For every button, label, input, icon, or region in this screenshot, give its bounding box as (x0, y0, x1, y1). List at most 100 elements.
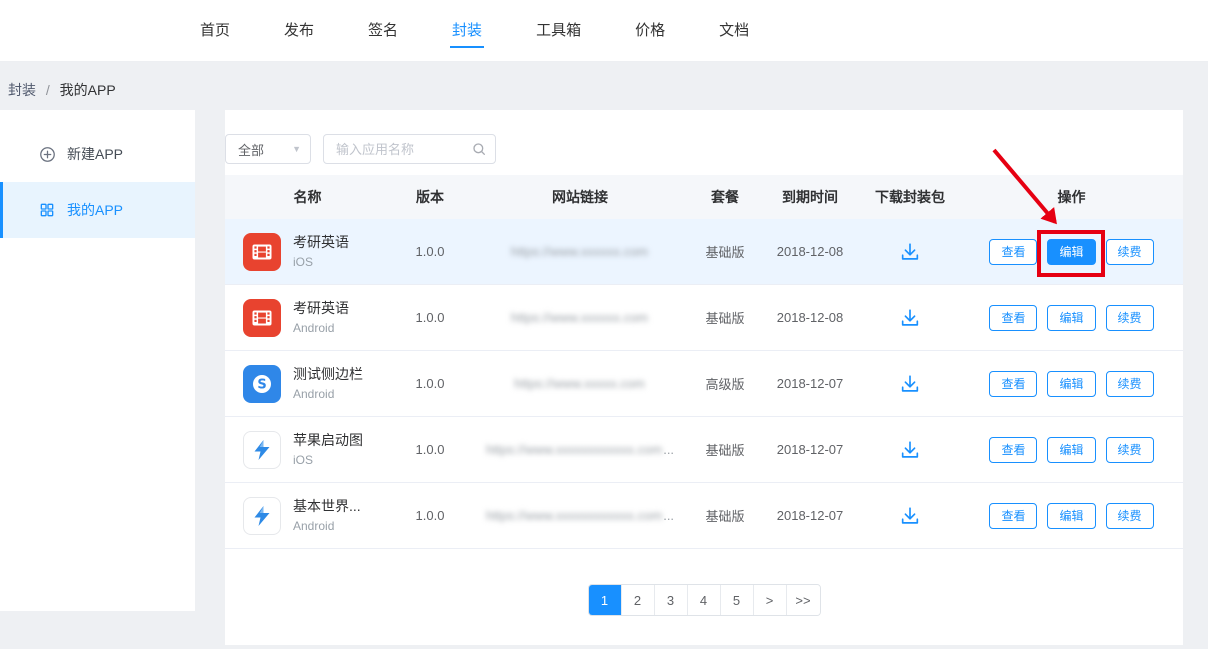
sidebar-item-label: 新建APP (67, 144, 123, 164)
nav-item[interactable]: 首页 (198, 14, 232, 48)
column-header: 版本 (390, 187, 470, 207)
download-icon[interactable] (899, 241, 921, 263)
edit-button[interactable]: 编辑 (1047, 305, 1095, 331)
app-platform: Android (293, 386, 363, 402)
pagination-group: 12345>>> (588, 584, 821, 616)
filter-select[interactable]: 全部 ▼ (225, 134, 311, 164)
app-version: 1.0.0 (390, 508, 470, 523)
app-version: 1.0.0 (390, 376, 470, 391)
table-header-row: 名称版本网站链接套餐到期时间下载封装包操作 (225, 175, 1183, 219)
column-header: 套餐 (690, 187, 760, 207)
view-button[interactable]: 查看 (989, 305, 1037, 331)
column-header: 名称 (225, 187, 390, 207)
plus-circle-icon (39, 146, 56, 163)
top-nav: 首页 发布 签名 封装 工具箱 价格 文档 (0, 0, 1208, 62)
view-button[interactable]: 查看 (989, 503, 1037, 529)
app-expire-date: 2018-12-08 (760, 244, 860, 259)
nav-items: 首页 发布 签名 封装 工具箱 价格 文档 (198, 14, 801, 48)
name-cell: 苹果启动图 iOS (225, 431, 390, 469)
pagination-page[interactable]: 3 (655, 585, 688, 615)
name-cell: 考研英语 iOS (225, 233, 390, 271)
main-content: 全部 ▼ 名称版本网站链接套餐到期时间下载封装包操作 考研英语 iOS 1.0.… (225, 110, 1183, 645)
edit-button[interactable]: 编辑 (1047, 503, 1095, 529)
app-name: 考研英语 (293, 299, 349, 318)
app-name-block: 考研英语 iOS (293, 233, 349, 270)
app-name-block: 基本世界... Android (293, 497, 361, 534)
app-url-text: https://www.xxxxxx.com (511, 310, 648, 325)
app-url-ellipsis: ... (663, 442, 674, 457)
renew-button[interactable]: 续费 (1106, 437, 1154, 463)
app-name: 苹果启动图 (293, 431, 363, 450)
grid-icon (39, 202, 56, 219)
actions-cell: 查看 编辑 续费 (960, 371, 1183, 397)
app-version: 1.0.0 (390, 310, 470, 325)
column-header: 操作 (960, 187, 1183, 207)
nav-item[interactable]: 签名 (366, 14, 400, 48)
actions-cell: 查看 编辑 续费 (960, 503, 1183, 529)
app-name: 测试侧边栏 (293, 365, 363, 384)
renew-button[interactable]: 续费 (1106, 305, 1154, 331)
nav-item[interactable]: 工具箱 (534, 14, 583, 48)
apps-table: 名称版本网站链接套餐到期时间下载封装包操作 考研英语 iOS 1.0.0 htt… (225, 175, 1183, 549)
view-button[interactable]: 查看 (989, 371, 1037, 397)
app-plan: 高级版 (690, 374, 760, 393)
app-plan: 基础版 (690, 242, 760, 261)
name-cell: S 测试侧边栏 Android (225, 365, 390, 403)
edit-button[interactable]: 编辑 (1047, 239, 1095, 265)
app-url-text: https://www.xxxxxxxxxxxx.com (486, 508, 662, 523)
app-plan: 基础版 (690, 506, 760, 525)
app-version: 1.0.0 (390, 244, 470, 259)
actions-cell: 查看 编辑 续费 (960, 305, 1183, 331)
search-icon[interactable] (471, 141, 487, 157)
app-url: https://www.xxxxxxxxxxxx.com... (470, 508, 690, 523)
app-platform: iOS (293, 254, 349, 270)
edit-button[interactable]: 编辑 (1047, 437, 1095, 463)
download-cell (860, 373, 960, 395)
renew-button[interactable]: 续费 (1106, 371, 1154, 397)
app-name: 基本世界... (293, 497, 361, 516)
pagination: 12345>>> (225, 584, 1183, 616)
film-app-icon (243, 233, 281, 271)
download-icon[interactable] (899, 439, 921, 461)
view-button[interactable]: 查看 (989, 437, 1037, 463)
pagination-page[interactable]: 5 (721, 585, 754, 615)
table-body: 考研英语 iOS 1.0.0 https://www.xxxxxx.com 基础… (225, 219, 1183, 549)
renew-button[interactable]: 续费 (1106, 239, 1154, 265)
svg-text:S: S (257, 377, 266, 392)
app-name: 考研英语 (293, 233, 349, 252)
table-row: 考研英语 iOS 1.0.0 https://www.xxxxxx.com 基础… (225, 219, 1183, 285)
download-icon[interactable] (899, 505, 921, 527)
download-cell (860, 241, 960, 263)
edit-button[interactable]: 编辑 (1047, 371, 1095, 397)
app-name-block: 测试侧边栏 Android (293, 365, 363, 402)
download-icon[interactable] (899, 373, 921, 395)
app-url-text: https://www.xxxxx.com (514, 376, 645, 391)
view-button[interactable]: 查看 (989, 239, 1037, 265)
download-icon[interactable] (899, 307, 921, 329)
pagination-last-button[interactable]: >> (787, 585, 820, 615)
app-url: https://www.xxxxx.com (470, 376, 690, 391)
actions-cell: 查看 编辑 续费 (960, 239, 1183, 265)
breadcrumb-separator: / (46, 82, 50, 98)
app-platform: Android (293, 320, 349, 336)
film-app-icon (243, 299, 281, 337)
pagination-page[interactable]: 4 (688, 585, 721, 615)
pagination-next-button[interactable]: > (754, 585, 787, 615)
app-url: https://www.xxxxxx.com (470, 310, 690, 325)
toolbar: 全部 ▼ (225, 134, 1183, 164)
breadcrumb-section[interactable]: 封装 (8, 82, 36, 98)
nav-item[interactable]: 价格 (633, 14, 667, 48)
nav-item[interactable]: 发布 (282, 14, 316, 48)
pagination-page[interactable]: 1 (589, 585, 622, 615)
renew-button[interactable]: 续费 (1106, 503, 1154, 529)
app-name-block: 考研英语 Android (293, 299, 349, 336)
table-row: 基本世界... Android 1.0.0 https://www.xxxxxx… (225, 483, 1183, 549)
nav-item[interactable]: 封装 (450, 14, 484, 48)
sidebar-item[interactable]: 我的APP (0, 182, 195, 238)
sidebar-item[interactable]: 新建APP (0, 126, 195, 182)
nav-item[interactable]: 文档 (717, 14, 751, 48)
sidebar-item-label: 我的APP (67, 200, 123, 220)
app-plan: 基础版 (690, 308, 760, 327)
app-platform: Android (293, 518, 361, 534)
pagination-page[interactable]: 2 (622, 585, 655, 615)
